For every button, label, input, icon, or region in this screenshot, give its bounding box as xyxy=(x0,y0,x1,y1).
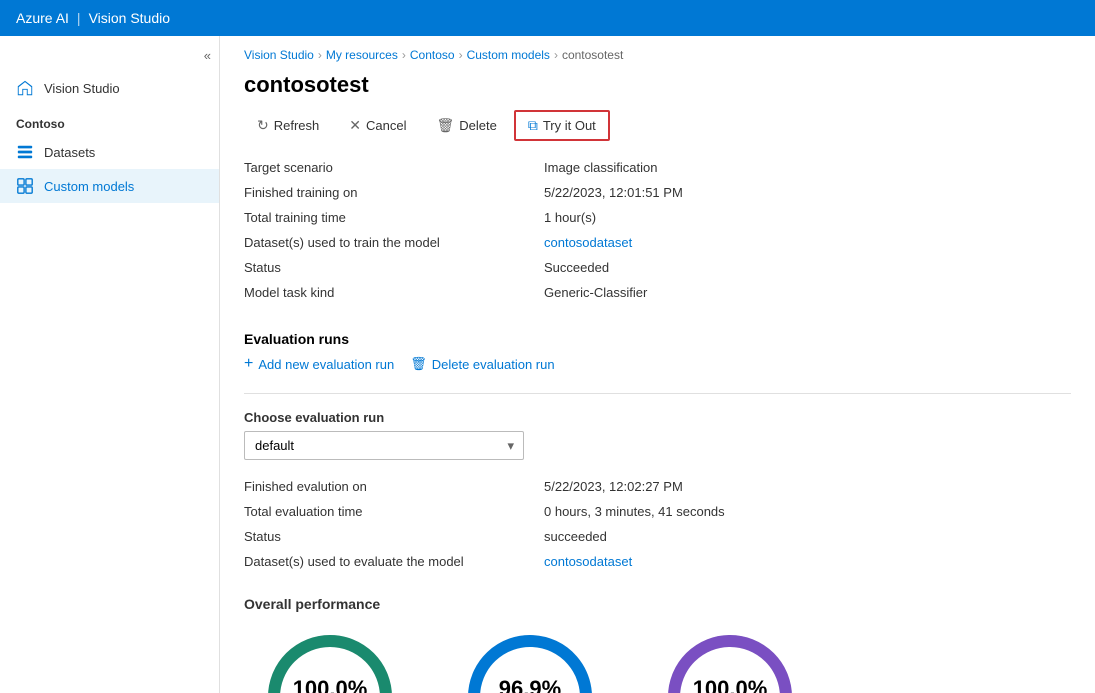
eval-status-value: succeeded xyxy=(544,526,1071,547)
dataset-eval-value[interactable]: contosodataset xyxy=(544,551,1071,572)
finished-training-value: 5/22/2023, 12:01:51 PM xyxy=(544,182,1071,203)
target-scenario-value: Image classification xyxy=(544,157,1071,178)
toolbar: ↻ Refresh ✕ Cancel 🗑 Delete ⧉ Try it Out xyxy=(220,110,1095,157)
delete-button[interactable]: 🗑 Delete xyxy=(423,111,509,140)
add-eval-run-label: Add new evaluation run xyxy=(258,357,394,372)
delete-icon: 🗑 xyxy=(436,117,454,134)
gauge-wrapper-2: 100.0% xyxy=(665,632,795,693)
breadcrumb-sep-3: › xyxy=(459,48,463,62)
breadcrumb-sep-1: › xyxy=(318,48,322,62)
add-icon: + xyxy=(244,355,253,373)
eval-run-selector-label: Choose evaluation run xyxy=(244,410,1071,425)
overall-performance-section: Overall performance 100.0% Average preci… xyxy=(220,588,1095,693)
gauge-value-0: 100.0% xyxy=(293,676,368,693)
brand-label: Azure AI xyxy=(16,10,69,26)
product-label: Vision Studio xyxy=(89,10,170,26)
sidebar-collapse-btn[interactable]: « xyxy=(0,44,219,71)
dataset-eval-label: Dataset(s) used to evaluate the model xyxy=(244,551,544,572)
status-label: Status xyxy=(244,257,544,278)
custom-models-label: Custom models xyxy=(44,179,134,194)
refresh-label: Refresh xyxy=(274,118,320,133)
divider-1 xyxy=(244,393,1071,394)
sidebar-item-home[interactable]: Vision Studio xyxy=(0,71,219,105)
eval-details-grid: Finished evalution on 5/22/2023, 12:02:2… xyxy=(220,468,1095,588)
try-it-out-icon: ⧉ xyxy=(528,117,538,134)
home-icon xyxy=(16,79,34,97)
status-value: Succeeded xyxy=(544,257,1071,278)
main-content: Vision Studio › My resources › Contoso ›… xyxy=(220,36,1095,693)
datasets-label: Datasets xyxy=(44,145,95,160)
total-training-label: Total training time xyxy=(244,207,544,228)
delete-eval-run-button[interactable]: 🗑 Delete evaluation run xyxy=(410,356,554,372)
breadcrumb: Vision Studio › My resources › Contoso ›… xyxy=(220,36,1095,68)
model-task-value: Generic-Classifier xyxy=(544,282,1071,303)
sidebar-item-custom-models[interactable]: Custom models xyxy=(0,169,219,203)
model-details-grid: Target scenario Image classification Fin… xyxy=(220,157,1095,319)
gauge-wrapper-0: 100.0% xyxy=(265,632,395,693)
eval-status-label: Status xyxy=(244,526,544,547)
finished-eval-value: 5/22/2023, 12:02:27 PM xyxy=(544,476,1071,497)
eval-run-selector-section: Choose evaluation run default ▾ xyxy=(220,398,1095,468)
cancel-button[interactable]: ✕ Cancel xyxy=(336,111,419,140)
dataset-train-value[interactable]: contosodataset xyxy=(544,232,1071,253)
overall-performance-title: Overall performance xyxy=(244,596,1071,612)
model-task-label: Model task kind xyxy=(244,282,544,303)
gauge-container-2: 100.0% Accuracy - Top 5 i xyxy=(660,632,800,693)
topbar: Azure AI | Vision Studio xyxy=(0,0,1095,36)
delete-eval-run-label: Delete evaluation run xyxy=(432,357,555,372)
breadcrumb-my-resources[interactable]: My resources xyxy=(326,48,398,62)
finished-eval-label: Finished evalution on xyxy=(244,476,544,497)
delete-label: Delete xyxy=(459,118,497,133)
sidebar-section-contoso: Contoso xyxy=(0,105,219,135)
breadcrumb-sep-4: › xyxy=(554,48,558,62)
finished-training-label: Finished training on xyxy=(244,182,544,203)
target-scenario-label: Target scenario xyxy=(244,157,544,178)
evaluation-runs-header: Evaluation runs xyxy=(220,319,1095,355)
sidebar: « Vision Studio Contoso Datasets xyxy=(0,36,220,693)
sidebar-item-datasets[interactable]: Datasets xyxy=(0,135,219,169)
total-eval-value: 0 hours, 3 minutes, 41 seconds xyxy=(544,501,1071,522)
topbar-separator: | xyxy=(77,10,81,26)
total-training-value: 1 hour(s) xyxy=(544,207,1071,228)
total-eval-label: Total evaluation time xyxy=(244,501,544,522)
refresh-button[interactable]: ↻ Refresh xyxy=(244,111,332,140)
eval-run-dropdown[interactable]: default xyxy=(244,431,524,460)
breadcrumb-custom-models[interactable]: Custom models xyxy=(467,48,550,62)
dataset-train-label: Dataset(s) used to train the model xyxy=(244,232,544,253)
gauge-value-2: 100.0% xyxy=(693,676,768,693)
custom-models-icon xyxy=(16,177,34,195)
refresh-icon: ↻ xyxy=(257,117,269,134)
eval-actions: + Add new evaluation run 🗑 Delete evalua… xyxy=(220,355,1095,389)
cancel-icon: ✕ xyxy=(349,117,361,134)
gauge-container-0: 100.0% Average precision i xyxy=(260,632,400,693)
breadcrumb-contoso[interactable]: Contoso xyxy=(410,48,455,62)
add-eval-run-button[interactable]: + Add new evaluation run xyxy=(244,355,394,373)
page-title: contosotest xyxy=(220,68,1095,110)
gauge-wrapper-1: 96.9% xyxy=(465,632,595,693)
breadcrumb-vision-studio[interactable]: Vision Studio xyxy=(244,48,314,62)
eval-run-selector-wrapper: default ▾ xyxy=(244,431,524,460)
breadcrumb-sep-2: › xyxy=(402,48,406,62)
delete-eval-icon: 🗑 xyxy=(410,356,427,372)
gauge-value-1: 96.9% xyxy=(499,676,561,693)
gauges-row: 100.0% Average precision i 96.9% Accurac… xyxy=(244,632,1071,693)
try-it-out-button[interactable]: ⧉ Try it Out xyxy=(514,110,610,141)
breadcrumb-current: contosotest xyxy=(562,48,623,62)
cancel-label: Cancel xyxy=(366,118,406,133)
try-it-out-label: Try it Out xyxy=(543,118,596,133)
datasets-icon xyxy=(16,143,34,161)
gauge-container-1: 96.9% Accuracy - Top 1 i xyxy=(460,632,600,693)
sidebar-home-label: Vision Studio xyxy=(44,81,120,96)
